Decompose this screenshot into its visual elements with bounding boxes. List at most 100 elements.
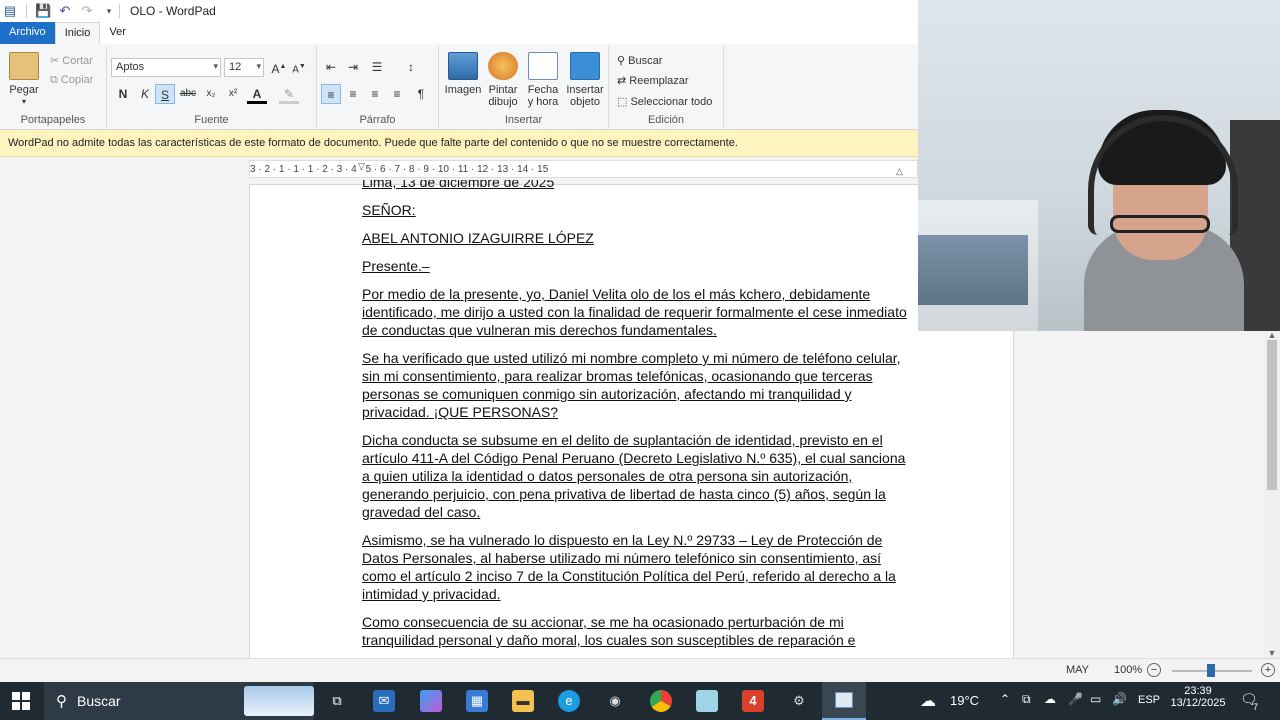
paragraph: Asimismo, se ha vulnerado lo dispuesto e…	[362, 532, 896, 602]
superscript-icon[interactable]: x²	[223, 84, 243, 104]
bullets-icon[interactable]: ☰	[367, 57, 387, 77]
wordpad-icon	[835, 692, 853, 708]
zoom-slider-thumb[interactable]	[1207, 664, 1216, 677]
undo-icon[interactable]: ↶	[57, 3, 73, 19]
paragraph: SEÑOR:	[362, 202, 416, 218]
wordpad-taskbar-button[interactable]	[822, 682, 866, 720]
justify-icon[interactable]: ≡	[387, 84, 407, 104]
subscript-icon[interactable]: x₂	[201, 84, 221, 104]
paragraph: ABEL ANTONIO IZAGUIRRE LÓPEZ	[362, 230, 594, 246]
tray-icon[interactable]: ⧉	[1022, 692, 1031, 707]
store-icon[interactable]: ▦	[466, 690, 488, 712]
replace-button[interactable]: ⇄ Reemplazar	[617, 74, 689, 87]
language-indicator[interactable]: ESP	[1138, 694, 1160, 706]
tab-inicio[interactable]: Inicio	[54, 22, 101, 44]
grow-font-icon[interactable]: A▲	[269, 57, 289, 77]
cloud-icon[interactable]: ☁	[1044, 692, 1056, 706]
indent-marker-icon[interactable]: ▽	[358, 161, 365, 172]
weather-icon[interactable]: ☁	[920, 691, 936, 711]
cut-button[interactable]: ✂ Cortar	[50, 54, 93, 67]
insert-image-button[interactable]: Imagen	[443, 52, 483, 96]
align-center-icon[interactable]: ≡	[343, 84, 363, 104]
tab-ver[interactable]: Ver	[100, 22, 135, 44]
line-spacing-icon[interactable]: ↕	[401, 57, 421, 77]
align-right-icon[interactable]: ≡	[365, 84, 385, 104]
wordpad-app-icon[interactable]: ▤	[2, 3, 18, 19]
date-time-button[interactable]: Fecha y hora	[523, 52, 563, 108]
font-family-select[interactable]: Aptos	[111, 58, 221, 77]
font-size-select[interactable]: 12	[224, 58, 264, 77]
paste-icon	[9, 52, 39, 80]
network-icon[interactable]: ▭	[1090, 692, 1101, 706]
volume-icon[interactable]: 🔊	[1112, 692, 1127, 706]
zoom-in-icon[interactable]: +	[1261, 663, 1275, 677]
vertical-scrollbar[interactable]: ▲ ▼	[1264, 330, 1280, 658]
scissors-icon: ✂	[50, 55, 60, 67]
start-button[interactable]	[12, 692, 30, 710]
app-four-icon[interactable]: 4	[742, 690, 764, 712]
task-view-icon[interactable]: ⧉	[326, 690, 348, 712]
window-title: OLO - WordPad	[130, 4, 216, 18]
highlight-icon[interactable]: ✎	[279, 84, 299, 104]
taskbar-search[interactable]: ⚲ Buscar	[44, 682, 314, 720]
notepad-icon[interactable]	[696, 690, 718, 712]
right-indent-marker-icon[interactable]: △	[896, 166, 903, 177]
notification-count: 7	[1253, 702, 1259, 712]
scrollbar-thumb[interactable]	[1267, 340, 1277, 490]
copy-label: Copiar	[60, 74, 94, 86]
paragraph: Dicha conducta se subsume en el delito d…	[362, 432, 906, 520]
font-color-icon[interactable]: A	[247, 84, 267, 104]
select-all-icon: ⬚	[617, 96, 628, 108]
paragraph-group-label: Párrafo	[359, 114, 396, 126]
image-icon	[448, 52, 478, 80]
outlook-icon[interactable]: ✉	[373, 690, 395, 712]
paragraph-settings-icon[interactable]: ¶	[411, 84, 431, 104]
windows-logo-part	[12, 692, 20, 700]
steam-icon[interactable]: ⚙	[788, 690, 810, 712]
customize-qat-icon[interactable]: ▾	[101, 3, 117, 19]
clock-date: 13/12/2025	[1170, 697, 1226, 709]
underline-button[interactable]: S	[155, 84, 175, 104]
copy-button[interactable]: ⧉ Copiar	[50, 74, 93, 87]
find-button[interactable]: ⚲ Buscar	[617, 54, 662, 67]
weather-temp[interactable]: 19°C	[950, 693, 979, 708]
chrome-icon[interactable]	[650, 690, 672, 712]
bold-button[interactable]: N	[113, 84, 133, 104]
save-icon[interactable]: 💾	[35, 3, 51, 19]
windows-logo-part	[12, 702, 20, 710]
zoom-level: 100%	[1114, 664, 1143, 676]
decrease-indent-icon[interactable]: ⇤	[321, 57, 341, 77]
select-all-label: Seleccionar todo	[630, 96, 713, 108]
insert-group-label: Insertar	[504, 114, 543, 126]
copilot-icon[interactable]	[420, 690, 442, 712]
insert-object-button[interactable]: Insertar objeto	[563, 52, 607, 108]
scroll-down-icon[interactable]: ▼	[1264, 648, 1280, 658]
file-explorer-icon[interactable]: ▬	[512, 690, 534, 712]
zoom-out-icon[interactable]: −	[1147, 663, 1161, 677]
select-all-button[interactable]: ⬚ Seleccionar todo	[617, 95, 712, 108]
search-highlight-image	[244, 686, 314, 716]
paint-drawing-button[interactable]: Pintar dibujo	[483, 52, 523, 108]
tab-archivo[interactable]: Archivo	[0, 22, 55, 44]
status-bar: MAY 100% − +	[0, 658, 1280, 682]
ruler[interactable]: 3 · 2 · 1 · 1 · 1 · 2 · 3 · 4 · 5 · 6 · …	[249, 160, 918, 178]
clipboard-group: Pegar ▾ ✂ Cortar ⧉ Copiar Portapapeles	[0, 46, 107, 128]
chevron-up-icon[interactable]: ⌃	[1000, 692, 1010, 706]
document-content[interactable]: Lima, 13 de diciembre de 2025 SEÑOR: ABE…	[362, 180, 908, 658]
italic-button[interactable]: K	[135, 84, 155, 104]
clock[interactable]: 23:39 13/12/2025	[1168, 685, 1228, 709]
microphone-icon[interactable]: 🎤	[1068, 692, 1083, 706]
caps-indicator: MAY	[1066, 664, 1090, 676]
obs-icon[interactable]: ◉	[604, 690, 626, 712]
paste-button[interactable]: Pegar ▾	[6, 52, 42, 108]
document-page[interactable]: Lima, 13 de diciembre de 2025 SEÑOR: ABE…	[249, 180, 1014, 658]
increase-indent-icon[interactable]: ⇥	[343, 57, 363, 77]
palette-icon	[488, 52, 518, 80]
align-left-icon[interactable]: ≡	[321, 84, 341, 104]
redo-icon[interactable]: ↷	[79, 3, 95, 19]
shrink-font-icon[interactable]: A▼	[289, 57, 309, 77]
edge-icon[interactable]: e	[558, 690, 580, 712]
scroll-up-icon[interactable]: ▲	[1264, 330, 1280, 340]
taskbar: ⚲ Buscar ⧉ ✉ ▦ ▬ e ◉ 4 ⚙ ☁ 19°C ⌃ ⧉ ☁ 🎤 …	[0, 682, 1280, 720]
strikethrough-button[interactable]: abc	[178, 84, 198, 104]
